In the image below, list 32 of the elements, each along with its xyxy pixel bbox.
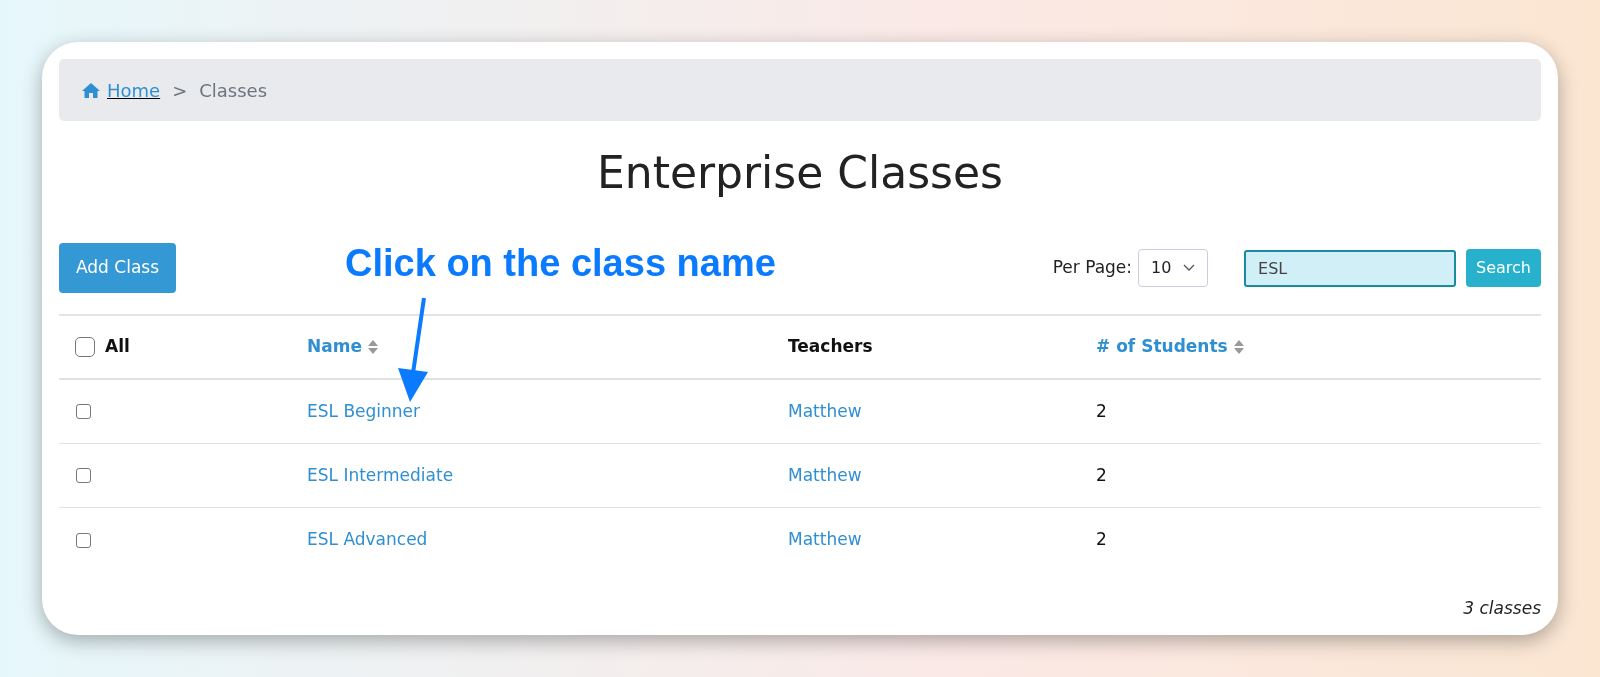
results-count: 3 classes: [1463, 597, 1541, 620]
column-header[interactable]: # of Students: [1096, 334, 1228, 360]
checkbox[interactable]: [76, 532, 91, 548]
student-count: 2: [1096, 464, 1107, 485]
select-all-label: All: [105, 335, 130, 359]
sort-icon[interactable]: [367, 339, 378, 355]
home-icon: [81, 81, 101, 99]
sort-icon[interactable]: [1233, 339, 1244, 355]
column-header[interactable]: Name: [307, 334, 362, 360]
annotation-text: Click on the class name: [345, 241, 776, 286]
page-title: Enterprise Classes: [596, 146, 1004, 200]
breadcrumb-separator: >: [172, 78, 188, 103]
teacher-link[interactable]: Matthew: [788, 529, 862, 550]
teacher-link[interactable]: Matthew: [788, 464, 862, 485]
home-link[interactable]: Home: [107, 76, 161, 104]
teacher-link[interactable]: Matthew: [788, 400, 862, 421]
per-page-select[interactable]: 10: [1138, 249, 1209, 287]
per-page-label: Per Page:: [1052, 256, 1133, 280]
checkbox[interactable]: [76, 404, 91, 419]
checkbox[interactable]: [76, 468, 91, 483]
student-count: 2: [1096, 529, 1107, 550]
class-name-link[interactable]: ESL Intermediate: [307, 464, 454, 485]
checkbox[interactable]: [75, 337, 95, 357]
chevron-down-icon: [1183, 264, 1196, 272]
search-field[interactable]: ESL: [1244, 249, 1457, 287]
breadcrumb-current: Classes: [199, 78, 268, 103]
student-count: 2: [1096, 400, 1107, 421]
search-button[interactable]: Search: [1466, 249, 1541, 287]
class-name-link[interactable]: ESL Beginner: [307, 400, 421, 421]
add-class-button[interactable]: Add Class: [59, 243, 177, 293]
column-header: Teachers: [788, 335, 873, 359]
class-name-link[interactable]: ESL Advanced: [307, 529, 428, 550]
